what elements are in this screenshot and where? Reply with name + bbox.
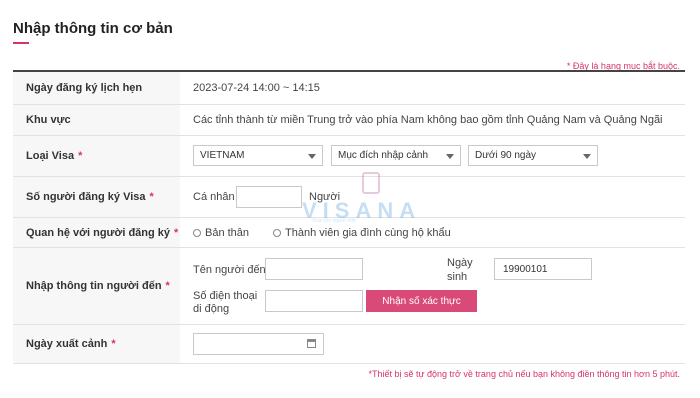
departure-date-input[interactable] (193, 333, 324, 355)
footer-note: *Thiết bị sẽ tự động trở về trang chủ nế… (368, 369, 680, 379)
visa-type-label-text: Loại Visa (26, 150, 75, 162)
visitor-name-input[interactable] (265, 258, 363, 280)
chevron-down-icon (446, 154, 454, 159)
required-star: * (149, 191, 154, 203)
relation-label: Quan hệ với người đăng ký * (13, 218, 180, 247)
form-table: Ngày đăng ký lịch hẹn 2023-07-24 14:00 ~… (13, 70, 685, 364)
birth-label-line2: sinh (447, 271, 468, 283)
visa-type-value-cell: VIETNAM Mục đích nhập cảnh Dưới 90 ngày (180, 136, 685, 176)
chevron-down-icon (308, 154, 316, 159)
radio-self-label: Bản thân (205, 227, 250, 239)
visa-type-label: Loại Visa * (13, 136, 180, 176)
row-visa-type: Loại Visa * VIETNAM Mục đích nhập cảnh D… (13, 136, 685, 177)
required-star: * (111, 338, 116, 350)
applicants-count-input[interactable] (236, 186, 302, 208)
phone-label-line1: Số điện thoại (193, 290, 258, 302)
row-relation: Quan hệ với người đăng ký * Bản thân Thà… (13, 218, 685, 248)
title-underline (13, 42, 29, 44)
required-star: * (174, 226, 179, 239)
phone-input[interactable] (265, 290, 363, 312)
birth-date-input[interactable]: 19900101 (494, 258, 592, 280)
nationality-select[interactable]: VIETNAM (193, 145, 323, 166)
row-appointment: Ngày đăng ký lịch hẹn 2023-07-24 14:00 ~… (13, 72, 685, 105)
birth-label-line1: Ngày (447, 257, 473, 269)
radio-family[interactable]: Thành viên gia đình cùng hộ khẩu (273, 227, 451, 239)
relation-label-text: Quan hệ với người đăng ký (26, 226, 171, 239)
region-label: Khu vực (13, 105, 180, 135)
radio-self[interactable]: Bản thân (193, 227, 249, 239)
purpose-select[interactable]: Mục đích nhập cảnh (331, 145, 461, 166)
region-value: Các tỉnh thành từ miền Trung trở vào phí… (193, 114, 663, 126)
required-star: * (78, 150, 83, 162)
visitor-value-cell: Tên người đến Ngày sinh 19900101 Số điện… (180, 248, 685, 324)
row-departure: Ngày xuất cảnh * (13, 325, 685, 364)
row-visitor: Nhập thông tin người đến * Tên người đến… (13, 248, 685, 325)
appointment-value-cell: 2023-07-24 14:00 ~ 14:15 (180, 72, 685, 104)
duration-select-value: Dưới 90 ngày (475, 150, 537, 161)
region-value-cell: Các tỉnh thành từ miền Trung trở vào phí… (180, 105, 685, 135)
applicants-suffix: Người (309, 191, 341, 203)
visitor-label: Nhập thông tin người đến * (13, 248, 180, 324)
departure-label: Ngày xuất cảnh * (13, 325, 180, 363)
applicants-label: Số người đăng ký Visa * (13, 177, 180, 217)
nationality-select-value: VIETNAM (200, 150, 245, 161)
calendar-icon[interactable] (307, 339, 316, 348)
required-star: * (165, 280, 170, 292)
row-region: Khu vực Các tỉnh thành từ miền Trung trở… (13, 105, 685, 136)
page-title: Nhập thông tin cơ bản (13, 20, 173, 37)
appointment-label-text: Ngày đăng ký lịch hẹn (26, 82, 143, 94)
appointment-value: 2023-07-24 14:00 ~ 14:15 (193, 82, 320, 94)
region-label-text: Khu vực (26, 114, 71, 126)
applicants-label-text: Số người đăng ký Visa (26, 191, 146, 203)
radio-icon[interactable] (193, 229, 201, 238)
duration-select[interactable]: Dưới 90 ngày (468, 145, 598, 166)
applicants-value-cell: Cá nhân Người (180, 177, 685, 217)
visitor-name-label: Tên người đến (193, 264, 266, 276)
row-applicants: Số người đăng ký Visa * Cá nhân Người (13, 177, 685, 218)
relation-value-cell: Bản thân Thành viên gia đình cùng hộ khẩ… (180, 218, 685, 247)
radio-family-label: Thành viên gia đình cùng hộ khẩu (285, 227, 451, 239)
visitor-label-text: Nhập thông tin người đến (26, 280, 162, 292)
get-verification-code-button[interactable]: Nhận số xác thực (366, 290, 477, 312)
appointment-label: Ngày đăng ký lịch hẹn (13, 72, 180, 104)
departure-value-cell (180, 325, 685, 363)
chevron-down-icon (583, 154, 591, 159)
radio-icon[interactable] (273, 229, 281, 238)
applicants-prefix: Cá nhân (193, 191, 235, 203)
departure-label-text: Ngày xuất cảnh (26, 338, 108, 350)
purpose-select-value: Mục đích nhập cảnh (338, 150, 429, 161)
phone-label-line2: di động (193, 303, 230, 315)
